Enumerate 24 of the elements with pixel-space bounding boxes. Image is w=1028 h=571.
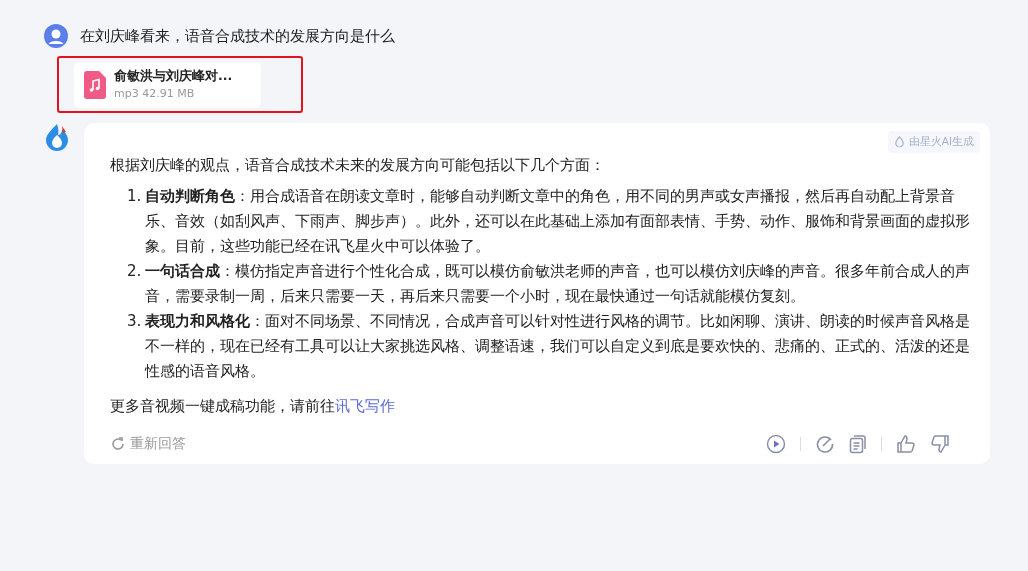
file-meta: mp3 42.91 MB: [114, 85, 196, 102]
music-file-icon: [84, 70, 106, 99]
play-icon[interactable]: [766, 433, 786, 454]
footer-text: 更多音视频一键成稿功能，请前往: [110, 397, 335, 415]
thumbs-up-icon[interactable]: [896, 433, 916, 454]
list-number: 3.: [127, 311, 142, 332]
question-text: 在刘庆峰看来，语音合成技术的发展方向是什么: [80, 25, 395, 47]
answer-intro: 根据刘庆峰的观点，语音合成技术未来的发展方向可能包括以下几个方面：: [110, 155, 606, 176]
ai-generated-badge: 由星火AI生成: [887, 131, 980, 153]
list-number: 2.: [127, 261, 142, 282]
audio-attachment[interactable]: 俞敏洪与刘庆峰对... mp3 42.91 MB: [74, 61, 261, 108]
file-name: 俞敏洪与刘庆峰对...: [114, 66, 233, 85]
edit-icon[interactable]: [815, 433, 835, 454]
regenerate-button[interactable]: 重新回答: [110, 433, 186, 454]
refresh-icon: [110, 435, 126, 452]
assistant-logo-icon: [44, 123, 70, 151]
list-item-text: 表现力和风格化：面对不同场景、不同情况，合成声音可以针对性进行风格的调节。比如闲聊、演讲、朗读的时候声音风格是不一样的，现在已经有工具可以让大家挑选风格、调整语速，我们可以自定义到底是要欢快的、悲痛的、正式的、活泼的还是性感的语音风格。: [145, 311, 972, 382]
list-item-text: 一句话合成：模仿指定声音进行个性化合成，既可以模仿俞敏洪老师的声音，也可以模仿刘庆峰的声音。很多年前合成人的声音，需要录制一周，后来只需要一天，再后来只需要一个小时，现在最快通过一句话就能模仿复刻。: [145, 261, 972, 307]
thumbs-down-icon[interactable]: [930, 433, 950, 454]
copy-icon[interactable]: [849, 433, 867, 454]
user-avatar-icon: [44, 24, 68, 48]
list-number: 1.: [127, 186, 142, 207]
writing-link[interactable]: 讯飞写作: [335, 397, 395, 415]
list-item-text: 自动判断角色：用合成语音在朗读文章时，能够自动判断文章中的角色，用不同的男声或女声播报，然后再自动配上背景音乐、音效（如刮风声、下雨声、脚步声）。此外，还可以在此基础上添加有面部表情、手势、动作、服饰和背景画面的虚拟形象。目前，这些功能已经在讯飞星火中可以体验了。: [145, 186, 972, 257]
